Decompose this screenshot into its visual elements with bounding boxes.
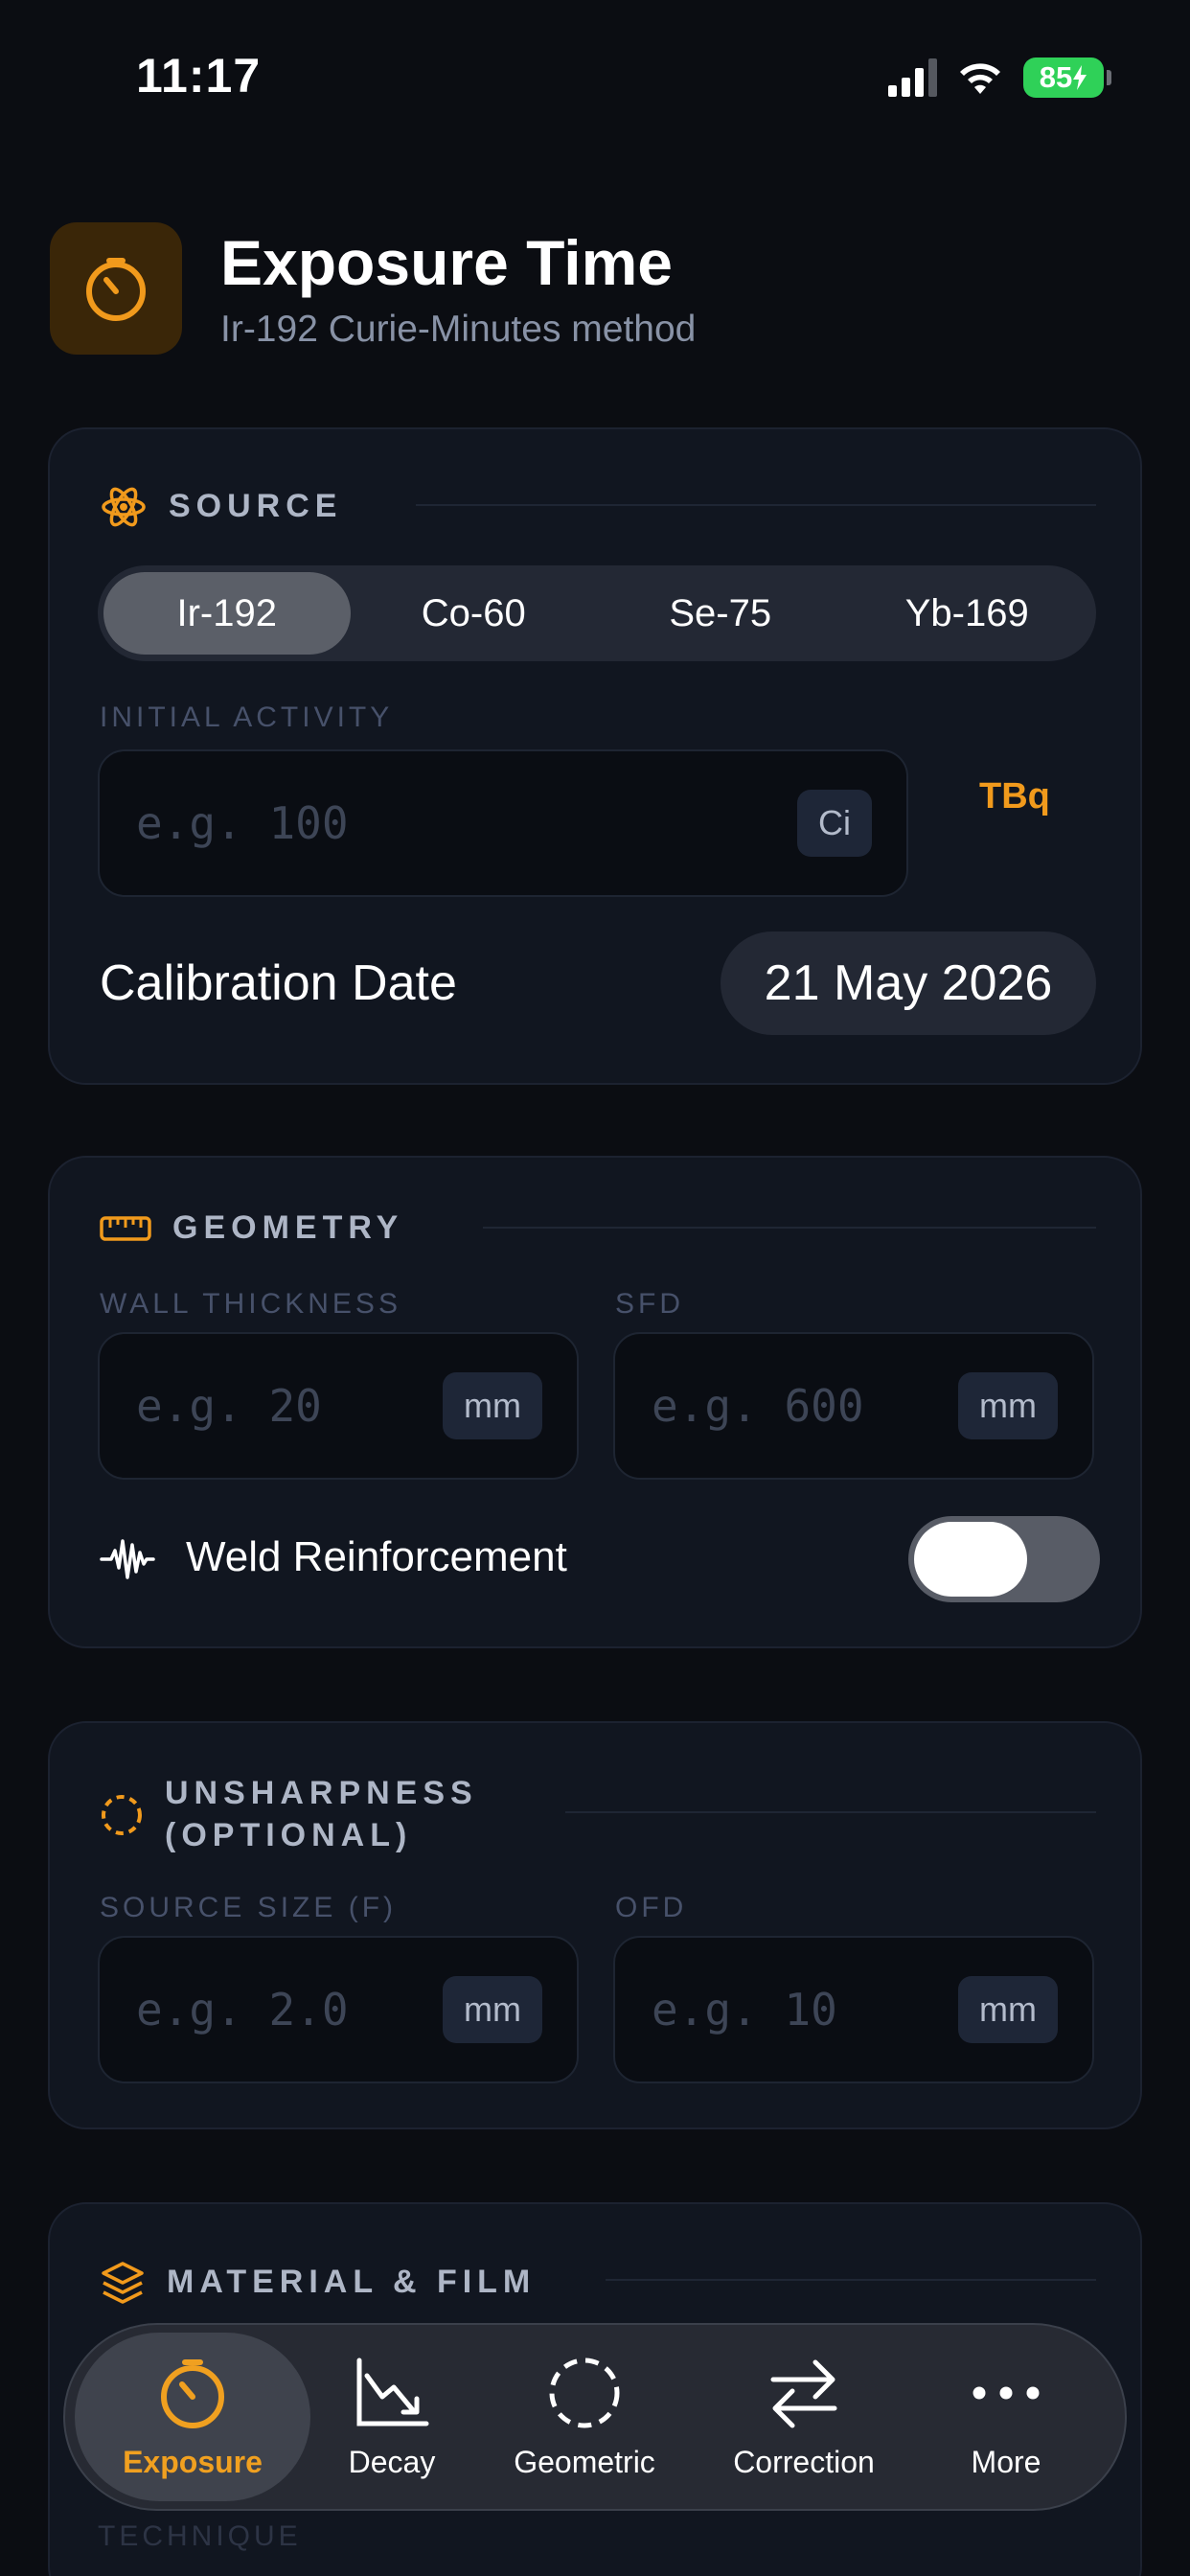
app-icon <box>50 222 182 355</box>
cellular-signal-icon <box>888 58 937 97</box>
sfd-unit-badge: mm <box>958 1372 1058 1439</box>
ellipsis-icon <box>973 2386 1040 2399</box>
technique-label: TECHNIQUE <box>98 2520 302 2552</box>
activity-unit-badge: Ci <box>797 790 872 857</box>
calibration-date-label: Calibration Date <box>100 955 457 1011</box>
tab-correction[interactable]: Correction <box>696 2333 912 2501</box>
unsharpness-label-line2: (OPTIONAL) <box>165 1816 413 1853</box>
tab-more[interactable]: More <box>912 2333 1100 2501</box>
sfd-input[interactable]: e.g. 600 mm <box>613 1332 1094 1480</box>
page-title: Exposure Time <box>220 227 673 298</box>
timer-icon <box>86 258 146 321</box>
isotope-option-ir192[interactable]: Ir-192 <box>103 572 351 655</box>
waveform-icon <box>100 1539 155 1579</box>
section-divider <box>606 2279 1096 2281</box>
source-size-label: SOURCE SIZE (F) <box>100 1892 398 1923</box>
geometry-card: GEOMETRY WALL THICKNESS e.g. 20 mm SFD e… <box>48 1156 1142 1648</box>
unsharpness-section-label: UNSHARPNESS (OPTIONAL) <box>165 1773 478 1856</box>
sfd-label: SFD <box>615 1288 684 1320</box>
layers-icon <box>102 2262 144 2304</box>
wall-unit-badge: mm <box>443 1372 542 1439</box>
isotope-option-co60[interactable]: Co-60 <box>351 572 598 655</box>
tab-geometric-label: Geometric <box>514 2444 655 2479</box>
weld-reinforcement-toggle[interactable] <box>908 1516 1100 1602</box>
toggle-knob <box>914 1522 1027 1597</box>
ofd-input[interactable]: e.g. 10 mm <box>613 1936 1094 2083</box>
tab-exposure[interactable]: Exposure <box>75 2333 310 2501</box>
status-indicators: 85 <box>888 58 1111 98</box>
status-time: 11:17 <box>136 49 262 103</box>
unsharpness-section-header: UNSHARPNESS (OPTIONAL) <box>100 1773 478 1856</box>
unsharpness-label-line1: UNSHARPNESS <box>165 1775 478 1811</box>
tab-decay[interactable]: Decay <box>310 2333 473 2501</box>
charging-bolt-icon <box>1073 65 1087 90</box>
unsharpness-card: UNSHARPNESS (OPTIONAL) SOURCE SIZE (F) e… <box>48 1721 1142 2129</box>
isotope-selector: Ir-192 Co-60 Se-75 Yb-169 <box>98 565 1096 661</box>
bottom-tab-bar: Exposure Decay Geometric Correction More <box>63 2323 1127 2511</box>
source-size-unit-badge: mm <box>443 1976 542 2043</box>
sfd-placeholder: e.g. 600 <box>652 1380 864 1432</box>
arrows-swap-icon <box>770 2359 837 2427</box>
tab-exposure-label: Exposure <box>123 2444 263 2479</box>
decay-chart-icon <box>356 2358 429 2426</box>
wall-thickness-placeholder: e.g. 20 <box>136 1380 322 1432</box>
geometry-section-header: GEOMETRY <box>100 1208 403 1250</box>
ruler-icon <box>100 1216 151 1241</box>
section-divider <box>416 504 1096 506</box>
tab-more-label: More <box>971 2444 1041 2479</box>
wifi-icon <box>960 63 1000 94</box>
section-divider <box>483 1227 1096 1229</box>
initial-activity-placeholder: e.g. 100 <box>136 797 349 849</box>
source-section-label: SOURCE <box>169 488 343 525</box>
initial-activity-input[interactable]: e.g. 100 Ci <box>98 749 908 897</box>
atom-icon <box>102 487 146 527</box>
wall-thickness-input[interactable]: e.g. 20 mm <box>98 1332 579 1480</box>
material-section-label: MATERIAL & FILM <box>167 2264 537 2301</box>
tab-correction-label: Correction <box>733 2444 875 2479</box>
isotope-option-se75[interactable]: Se-75 <box>597 572 844 655</box>
dashed-circle-icon <box>102 1794 142 1835</box>
initial-activity-label: INITIAL ACTIVITY <box>100 702 394 733</box>
isotope-option-yb169[interactable]: Yb-169 <box>844 572 1091 655</box>
battery-level: 85 <box>1039 60 1073 94</box>
geometry-section-label: GEOMETRY <box>172 1209 404 1246</box>
ofd-unit-badge: mm <box>958 1976 1058 2043</box>
ofd-label: OFD <box>615 1892 688 1923</box>
wall-thickness-label: WALL THICKNESS <box>100 1288 401 1320</box>
section-divider <box>565 1811 1096 1813</box>
timer-icon <box>161 2358 224 2428</box>
source-section-header: SOURCE <box>100 483 342 531</box>
calibration-date-picker[interactable]: 21 May 2026 <box>721 932 1096 1035</box>
battery-indicator: 85 <box>1023 58 1111 98</box>
tbq-unit-toggle[interactable]: TBq <box>979 776 1050 817</box>
weld-reinforcement-label: Weld Reinforcement <box>186 1533 567 1580</box>
material-section-header: MATERIAL & FILM <box>100 2260 536 2306</box>
tab-decay-label: Decay <box>348 2444 436 2479</box>
source-size-input[interactable]: e.g. 2.0 mm <box>98 1936 579 2083</box>
dashed-circle-icon <box>549 2358 620 2427</box>
source-size-placeholder: e.g. 2.0 <box>136 1984 349 2036</box>
ofd-placeholder: e.g. 10 <box>652 1984 837 2036</box>
tab-geometric[interactable]: Geometric <box>473 2333 696 2501</box>
source-card: SOURCE Ir-192 Co-60 Se-75 Yb-169 INITIAL… <box>48 427 1142 1085</box>
page-subtitle: Ir-192 Curie-Minutes method <box>220 309 697 350</box>
